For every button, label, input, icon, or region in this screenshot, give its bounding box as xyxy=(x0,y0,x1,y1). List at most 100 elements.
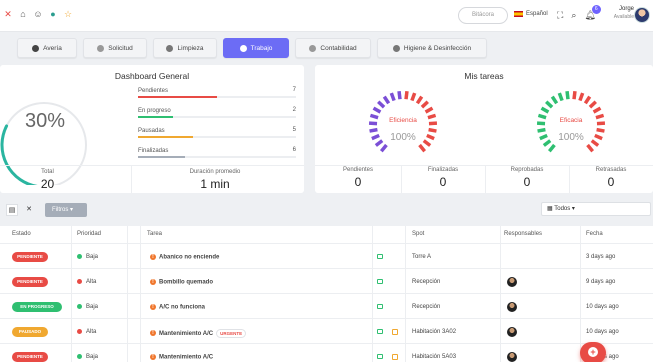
avatar[interactable] xyxy=(507,327,517,337)
layout-toggle-icon[interactable]: ▤ xyxy=(6,204,18,216)
todos-select[interactable]: ▦ Todos ▾ xyxy=(541,202,651,216)
tools-icon[interactable]: ✕ xyxy=(3,9,13,19)
store-icon[interactable]: ⌂ xyxy=(18,9,28,19)
edit-icon[interactable] xyxy=(392,354,398,360)
gauge-segment xyxy=(592,106,602,114)
avatar[interactable] xyxy=(507,302,517,312)
search-icon[interactable]: ⌕ xyxy=(571,10,576,21)
status-badge: EN PROGRESO xyxy=(12,302,62,312)
table-row[interactable]: PENDIENTE Baja ! Abanico no enciende Torre A… xyxy=(0,244,653,269)
table-row[interactable]: PAUSADO Alta ! Mantenimiento A/C URGENTE Habi… xyxy=(0,319,653,344)
bitacora-button[interactable]: Bitácora xyxy=(458,7,508,24)
avatar[interactable] xyxy=(507,277,517,287)
gauge-segment xyxy=(586,143,595,153)
date-value: 10 days ago xyxy=(586,329,619,335)
task-name[interactable]: ! Abanico no enciende xyxy=(150,254,219,261)
filtros-button[interactable]: Filtros ▾ xyxy=(45,203,87,217)
efficacy-percent: 100% xyxy=(558,132,584,143)
header-prioridad[interactable]: Prioridad xyxy=(77,226,101,243)
spot-value: Recepción xyxy=(412,279,441,285)
efficacy-label: Eficacia xyxy=(559,117,583,124)
users-icon[interactable]: ☺ xyxy=(33,9,43,19)
tab-solicitud[interactable]: Solicitud xyxy=(83,38,147,58)
close-icon[interactable]: ✕ xyxy=(23,204,35,216)
bell-icon xyxy=(97,44,105,52)
alert-icon: ! xyxy=(150,279,156,285)
task-name[interactable]: ! Mantenimiento A/C URGENTE xyxy=(150,329,247,338)
alert-icon: ! xyxy=(150,304,156,310)
count-retrasadas-label: Retrasadas xyxy=(595,167,627,173)
category-tabs: Avería Solicitud Limpieza Trabajo Contab… xyxy=(17,38,487,58)
avatar[interactable] xyxy=(507,352,517,362)
add-task-button[interactable]: + xyxy=(580,342,606,362)
spot-value: Recepción xyxy=(412,304,441,310)
header-spot[interactable]: Spot xyxy=(412,226,424,243)
group-icon[interactable]: ● xyxy=(48,9,58,19)
status-badge: PENDIENTE xyxy=(12,252,48,262)
chat-icon[interactable] xyxy=(377,329,383,334)
header-responsables[interactable]: Responsables xyxy=(504,226,542,243)
duration-value: 1 min xyxy=(200,177,230,191)
tab-contabilidad[interactable]: Contabilidad xyxy=(295,38,371,58)
efficiency-label: Eficiencia xyxy=(389,117,417,124)
gauge-segment xyxy=(557,92,564,102)
tab-averia[interactable]: Avería xyxy=(17,38,77,58)
edit-icon[interactable] xyxy=(392,329,398,335)
filter-bar: ▤ ✕ Filtros ▾ ▦ Todos ▾ xyxy=(0,198,653,224)
bell-icon[interactable]: 🔔︎ 6 xyxy=(584,5,601,21)
header-tarea[interactable]: Tarea xyxy=(147,226,162,243)
user-info[interactable]: Jorge Available xyxy=(609,6,634,20)
stat-bar-fill xyxy=(138,156,186,158)
gauge-segment xyxy=(379,143,388,153)
star-icon[interactable]: ☆ xyxy=(63,9,73,19)
spot-value: Torre A xyxy=(412,254,432,260)
gauge-segment xyxy=(565,91,570,100)
user-name: Jorge xyxy=(618,6,634,12)
gauge-segment xyxy=(428,127,437,133)
priority-label: Alta xyxy=(86,279,97,286)
tab-trabajo[interactable]: Trabajo xyxy=(223,38,289,58)
table-row[interactable]: EN PROGRESO Baja ! A/C no funciona Recepción… xyxy=(0,294,653,319)
tab-higiene[interactable]: Higiene & Desinfección xyxy=(377,38,487,58)
task-name[interactable]: ! Mantenimiento A/C xyxy=(150,354,213,361)
tab-limpieza[interactable]: Limpieza xyxy=(153,38,217,58)
stat-bar-fill xyxy=(138,96,217,98)
language-label: Español xyxy=(526,11,548,17)
gauge-segment xyxy=(404,91,409,100)
table-row[interactable]: PENDIENTE Baja ! Mantenimiento A/C Habitació… xyxy=(0,344,653,362)
stat-pausadas: Pausadas 5 xyxy=(138,127,296,138)
chat-icon[interactable] xyxy=(377,304,383,309)
gauge-segment xyxy=(372,106,382,114)
count-reprobadas-label: Reprobadas xyxy=(510,167,544,173)
table-row[interactable]: PENDIENTE Alta ! Bombillo quemado Recepción 9… xyxy=(0,269,653,294)
top-bar: ✕ ⌂ ☺ ● ☆ Bitácora Español ⛶ ⌕ 🔔︎ 6 Jorg… xyxy=(0,0,653,32)
total-label: Total xyxy=(41,169,54,175)
priority-label: Baja xyxy=(86,304,99,311)
quick-icons: ✕ ⌂ ☺ ● ☆ xyxy=(3,9,73,19)
status-badge: PENDIENTE xyxy=(12,352,48,362)
priority-dot xyxy=(77,354,82,359)
gauge-segment xyxy=(397,91,402,100)
stat-pendientes: Pendientes 7 xyxy=(138,87,296,98)
gauge-segment xyxy=(382,95,391,105)
date-value: 3 days ago xyxy=(586,254,616,260)
priority-dot xyxy=(77,279,82,284)
chat-icon[interactable] xyxy=(377,254,383,259)
gauge-segment xyxy=(545,100,554,109)
gauge-segment xyxy=(377,100,386,109)
stat-bar-fill xyxy=(138,116,173,118)
spain-flag-icon xyxy=(514,11,523,17)
language-selector[interactable]: Español xyxy=(514,11,548,17)
dashboard-general-card: Dashboard General 30% Pendientes 7 En pr… xyxy=(0,65,304,193)
total-value: 20 xyxy=(40,177,55,191)
header-fecha[interactable]: Fecha xyxy=(586,226,603,243)
fullscreen-icon[interactable]: ⛶ xyxy=(557,10,563,21)
spot-value: Habitación 5A03 xyxy=(412,354,457,360)
task-name[interactable]: ! A/C no funciona xyxy=(150,304,205,311)
avatar[interactable] xyxy=(634,7,650,23)
chat-icon[interactable] xyxy=(377,354,383,359)
header-estado[interactable]: Estado xyxy=(12,226,31,243)
count-pendientes-label: Pendientes xyxy=(342,167,374,173)
chat-icon[interactable] xyxy=(377,279,383,284)
task-name[interactable]: ! Bombillo quemado xyxy=(150,279,213,286)
